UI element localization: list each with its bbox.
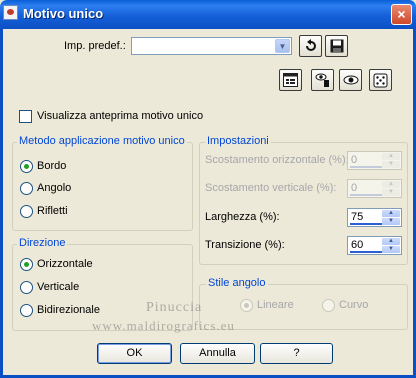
radio-bidirezionale-label[interactable]: Bidirezionale xyxy=(37,304,100,316)
radio-rifletti-label[interactable]: Rifletti xyxy=(37,205,68,217)
spin-down-icon[interactable]: ▼ xyxy=(382,246,400,253)
spin-up-icon[interactable]: ▲ xyxy=(382,153,400,160)
window-frame-left xyxy=(0,29,3,378)
layout-button[interactable] xyxy=(279,69,302,91)
radio-rifletti[interactable] xyxy=(20,205,33,218)
preset-label: Imp. predef.: xyxy=(64,40,126,52)
help-button[interactable]: ? xyxy=(260,343,333,364)
scostamento-verticale-slider[interactable] xyxy=(350,194,382,196)
scostamento-verticale-value: 0 xyxy=(351,182,358,194)
larghezza-value[interactable]: 75 xyxy=(351,211,363,223)
proof-button[interactable] xyxy=(339,69,362,91)
transizione-spinner[interactable]: 60 ▲ ▼ xyxy=(347,236,402,255)
radio-verticale-label[interactable]: Verticale xyxy=(37,281,79,293)
radio-orizzontale-label[interactable]: Orizzontale xyxy=(37,258,93,270)
title-bar[interactable]: Motivo unico × xyxy=(0,0,416,29)
save-preset-button[interactable] xyxy=(325,35,348,57)
transizione-value[interactable]: 60 xyxy=(351,239,363,251)
save-icon xyxy=(330,39,343,53)
direzione-group-title: Direzione xyxy=(17,237,68,249)
close-button[interactable]: × xyxy=(391,4,412,25)
preset-combo[interactable]: ▼ xyxy=(131,37,292,55)
metodo-group-title: Metodo applicazione motivo unico xyxy=(17,135,187,147)
eye-randomize-icon xyxy=(315,73,329,87)
scostamento-verticale-label: Scostamento verticale (%): xyxy=(205,182,337,194)
scostamento-verticale-spinner[interactable]: 0 ▲ ▼ xyxy=(347,179,402,198)
app-icon xyxy=(3,5,18,20)
larghezza-spinner[interactable]: 75 ▲ ▼ xyxy=(347,208,402,227)
radio-lineare-label[interactable]: Lineare xyxy=(257,299,294,311)
spin-down-icon[interactable]: ▼ xyxy=(382,161,400,168)
spin-down-icon[interactable]: ▼ xyxy=(382,218,400,225)
spin-up-icon[interactable]: ▲ xyxy=(382,238,400,245)
larghezza-label: Larghezza (%): xyxy=(205,211,280,223)
eye-icon xyxy=(343,75,358,85)
radio-bordo-label[interactable]: Bordo xyxy=(37,160,66,172)
scostamento-orizzontale-label: Scostamento orizzontale (%): xyxy=(205,154,349,166)
preview-checkbox[interactable] xyxy=(19,110,32,123)
scostamento-orizzontale-value: 0 xyxy=(351,154,358,166)
layout-icon xyxy=(283,73,298,87)
stile-angolo-group-title: Stile angolo xyxy=(206,277,268,289)
scostamento-orizzontale-slider[interactable] xyxy=(350,166,382,168)
watermark-name: Pinuccia xyxy=(146,300,203,315)
radio-angolo-label[interactable]: Angolo xyxy=(37,182,71,194)
dice-icon xyxy=(373,73,388,87)
scostamento-orizzontale-spinner[interactable]: 0 ▲ ▼ xyxy=(347,151,402,170)
radio-lineare[interactable] xyxy=(240,299,253,312)
larghezza-slider[interactable] xyxy=(350,223,382,225)
radio-bordo[interactable] xyxy=(20,160,33,173)
chevron-down-icon[interactable]: ▼ xyxy=(275,39,290,53)
radio-orizzontale[interactable] xyxy=(20,258,33,271)
transizione-label: Transizione (%): xyxy=(205,239,285,251)
spin-up-icon[interactable]: ▲ xyxy=(382,181,400,188)
watermark-url: www.maldirografics.eu xyxy=(92,318,235,333)
radio-bidirezionale[interactable] xyxy=(20,304,33,317)
ok-button[interactable]: OK xyxy=(97,343,172,364)
window-title: Motivo unico xyxy=(23,6,104,21)
randomize-button[interactable] xyxy=(311,69,334,91)
spin-down-icon[interactable]: ▼ xyxy=(382,189,400,196)
reset-icon xyxy=(305,39,316,51)
transizione-slider[interactable] xyxy=(350,251,382,253)
reset-preset-button[interactable] xyxy=(299,35,322,57)
preview-checkbox-label[interactable]: Visualizza anteprima motivo unico xyxy=(37,110,203,122)
cancel-button[interactable]: Annulla xyxy=(180,343,255,364)
radio-verticale[interactable] xyxy=(20,281,33,294)
radio-angolo[interactable] xyxy=(20,182,33,195)
impostazioni-group-title: Impostazioni xyxy=(205,135,271,147)
radio-curvo-label[interactable]: Curvo xyxy=(339,299,368,311)
random-button[interactable] xyxy=(369,69,392,91)
radio-curvo[interactable] xyxy=(322,299,335,312)
spin-up-icon[interactable]: ▲ xyxy=(382,210,400,217)
